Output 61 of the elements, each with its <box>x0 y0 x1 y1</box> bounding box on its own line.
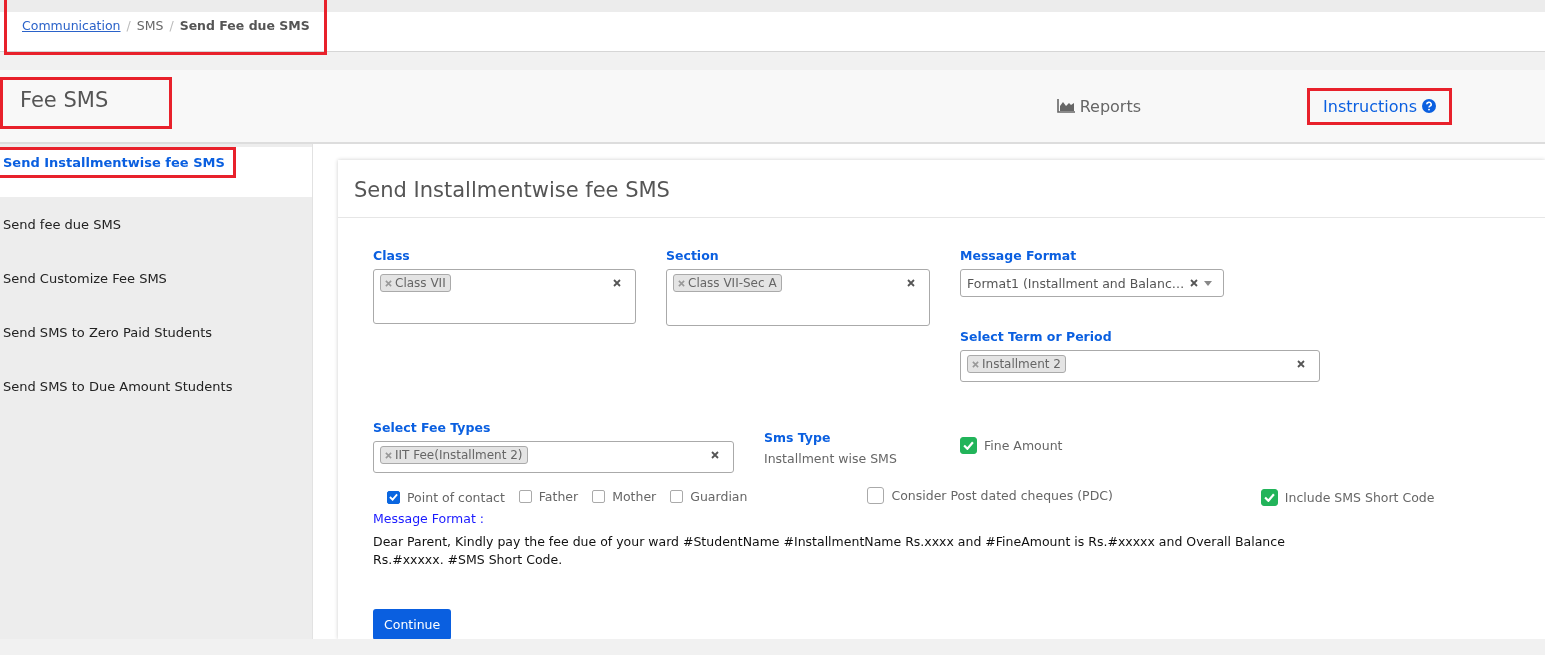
sidebar-item[interactable]: Send fee due SMS <box>0 213 124 235</box>
check-icon <box>963 441 974 450</box>
clear-icon[interactable] <box>613 279 621 287</box>
checkbox-label: Fine Amount <box>984 438 1063 453</box>
remove-icon[interactable] <box>972 360 979 368</box>
sidebar-item[interactable]: Send SMS to Zero Paid Students <box>0 321 216 343</box>
multi-select-field[interactable]: Class VII-Sec A <box>666 269 930 326</box>
checkbox-label: Guardian <box>690 488 748 504</box>
clear-icon[interactable] <box>711 451 719 459</box>
field-label: Select Term or Period <box>960 329 1113 344</box>
multi-select-field[interactable]: Class VII <box>373 269 636 324</box>
breadcrumb-item: SMS <box>136 18 164 33</box>
help-icon <box>1422 99 1436 113</box>
checkbox[interactable] <box>592 489 606 503</box>
area-chart-icon <box>1056 99 1075 113</box>
check-icon <box>389 493 398 502</box>
message-text: Dear Parent, Kindly pay the fee due of your ward #StudentName #InstallmentName Rs.xxxx and #FineAmount is Rs.#xxxxx and Overall Balance Rs.#xxxxx. #SMS Short Code. <box>373 533 1286 569</box>
remove-icon[interactable] <box>385 451 392 459</box>
checkbox-label: Consider Post dated cheques (PDC) <box>891 488 1113 503</box>
clear-icon[interactable] <box>907 279 915 287</box>
selected-tag[interactable]: IIT Fee(Installment 2) <box>380 446 528 464</box>
reports-link[interactable]: Reports <box>1040 87 1158 125</box>
checkbox-label: Mother <box>612 488 657 504</box>
clear-icon[interactable] <box>1297 360 1305 368</box>
field-label: Section <box>666 248 720 263</box>
selected-tag[interactable]: Installment 2 <box>967 355 1066 373</box>
selected-tag[interactable]: Class VII <box>380 274 451 292</box>
checkbox-label: Point of contact <box>407 489 505 505</box>
field-label: Select Fee Types <box>373 420 492 435</box>
page-title: Fee SMS <box>0 77 172 129</box>
sms-type-value: Installment wise SMS <box>764 451 897 466</box>
check-icon <box>1263 492 1275 502</box>
sidebar-item[interactable]: Send Installmentwise fee SMS <box>0 147 236 178</box>
breadcrumb-current: Send Fee due SMS <box>179 18 310 33</box>
checkbox[interactable] <box>387 490 400 504</box>
checkbox[interactable] <box>960 437 977 454</box>
checkbox[interactable] <box>670 489 684 503</box>
remove-icon[interactable] <box>678 279 685 287</box>
checkbox[interactable] <box>1260 488 1278 506</box>
clear-icon[interactable] <box>1190 279 1199 287</box>
continue-button[interactable]: Continue <box>373 609 452 639</box>
breadcrumb-link[interactable]: Communication <box>22 18 121 33</box>
card-title: Send Installmentwise fee SMS <box>338 160 1545 218</box>
field-label: Sms Type <box>764 430 832 445</box>
field-label: Message Format <box>960 248 1078 263</box>
checkbox-label: Include SMS Short Code <box>1284 489 1435 505</box>
checkbox[interactable] <box>518 489 532 503</box>
multi-select-field[interactable]: IIT Fee(Installment 2) <box>373 441 734 473</box>
multi-select-field[interactable]: Installment 2 <box>960 350 1320 382</box>
breadcrumb-separator: / <box>169 18 174 33</box>
sidebar-item[interactable]: Send Customize Fee SMS <box>0 267 170 289</box>
checkbox[interactable] <box>867 487 885 504</box>
sidebar-item[interactable]: Send SMS to Due Amount Students <box>0 375 236 397</box>
breadcrumb-separator: / <box>126 18 131 33</box>
message-format-label: Message Format : <box>373 511 485 526</box>
dropdown[interactable]: Format1 (Installment and Balanc… <box>960 269 1224 297</box>
instructions-link[interactable]: Instructions <box>1307 87 1452 125</box>
checkbox-label: Father <box>538 488 579 504</box>
selected-tag[interactable]: Class VII-Sec A <box>673 274 782 292</box>
remove-icon[interactable] <box>385 279 392 287</box>
field-label: Class <box>373 248 411 263</box>
